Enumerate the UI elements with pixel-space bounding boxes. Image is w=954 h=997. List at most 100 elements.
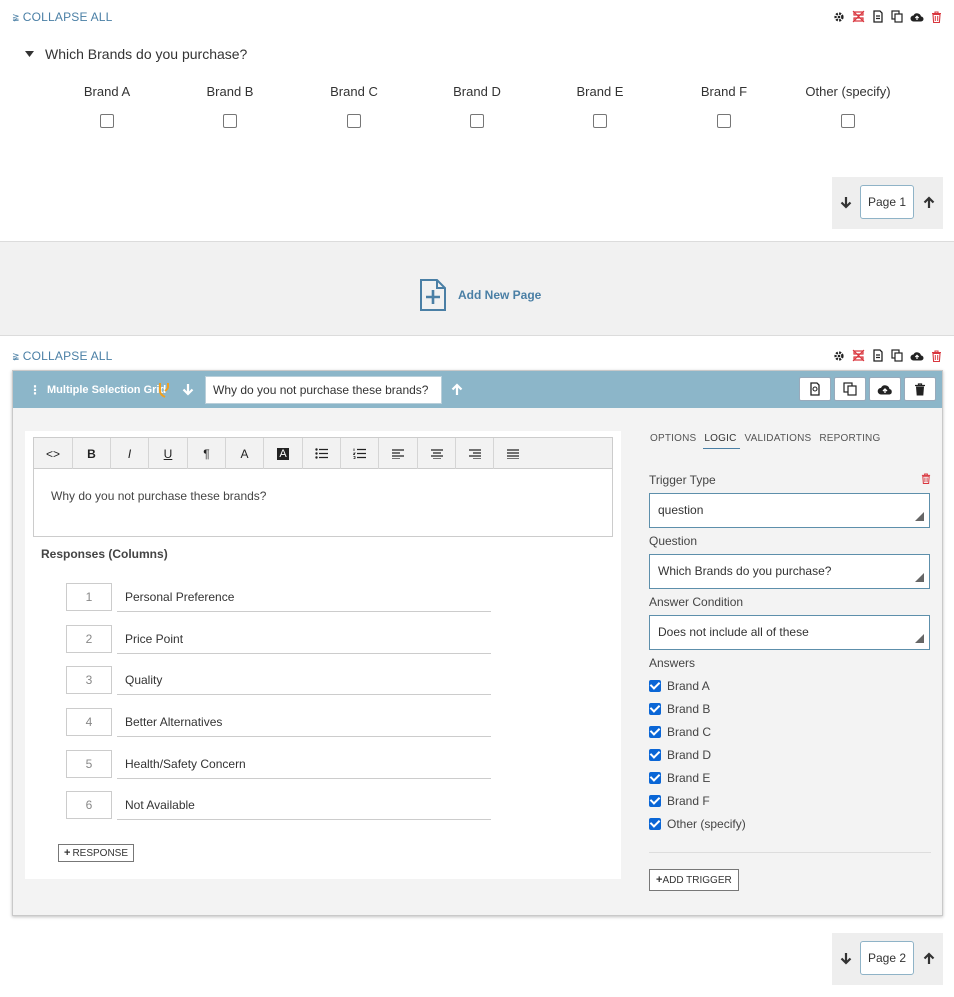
font-color-button[interactable]: A: [226, 438, 264, 469]
cloud-upload-icon[interactable]: [910, 11, 924, 23]
page-navigator-1: Page 1: [832, 177, 943, 229]
response-number[interactable]: 1: [66, 583, 112, 611]
answer-condition-label: Answer Condition: [649, 595, 744, 609]
checked-checkbox[interactable]: [649, 748, 661, 761]
caret-down-icon[interactable]: [24, 50, 35, 58]
cloud-upload-icon[interactable]: [910, 350, 924, 362]
move-down-button[interactable]: [838, 193, 854, 211]
add-response-button[interactable]: + RESPONSE: [58, 844, 135, 862]
response-label-input[interactable]: Price Point: [117, 625, 491, 654]
response-number[interactable]: 6: [66, 791, 112, 819]
move-up-button[interactable]: [921, 949, 937, 967]
question-type[interactable]: ⋮ Multiple Selection Grid: [29, 383, 166, 397]
response-number[interactable]: 4: [66, 708, 112, 736]
answer-condition-select[interactable]: Does not include all of these: [649, 615, 930, 650]
arrow-down-icon[interactable]: [182, 383, 194, 396]
response-number[interactable]: 3: [66, 666, 112, 694]
upload-button[interactable]: [869, 377, 901, 401]
rich-text-content[interactable]: Why do you not purchase these brands?: [34, 469, 612, 523]
tab-reporting[interactable]: REPORTING: [818, 433, 883, 449]
add-new-page-button[interactable]: Add New Page: [418, 278, 541, 312]
checked-checkbox[interactable]: [649, 771, 661, 784]
brand-checkbox[interactable]: [717, 114, 731, 128]
responses-title: Responses (Columns): [41, 547, 168, 561]
answer-option[interactable]: Brand E: [649, 766, 931, 789]
duplicate-button[interactable]: [834, 377, 866, 401]
copy-icon[interactable]: [891, 349, 903, 362]
trash-icon[interactable]: [931, 10, 942, 23]
move-up-button[interactable]: [921, 193, 937, 211]
response-label-input[interactable]: Personal Preference: [117, 583, 491, 612]
checked-checkbox[interactable]: [649, 817, 661, 830]
checked-checkbox[interactable]: [649, 702, 661, 715]
underline-button[interactable]: U: [149, 438, 188, 469]
answer-option[interactable]: Brand A: [649, 674, 931, 697]
trigger-type-select[interactable]: question: [649, 493, 930, 528]
rich-text-editor: <> B I U ¶ A A Why do you not purchase t…: [33, 437, 613, 537]
brand-checkbox[interactable]: [593, 114, 607, 128]
add-trigger-label: ADD TRIGGER: [662, 874, 732, 886]
brand-checkbox[interactable]: [470, 114, 484, 128]
tab-logic[interactable]: LOGIC: [703, 433, 740, 449]
brand-column: Other (specify): [798, 84, 898, 128]
align-center-button[interactable]: [418, 438, 456, 469]
answer-option[interactable]: Brand C: [649, 720, 931, 743]
bullet-list-button[interactable]: [303, 438, 341, 469]
tab-options[interactable]: OPTIONS: [649, 433, 699, 449]
response-number[interactable]: 2: [66, 625, 112, 653]
no-logic-icon[interactable]: [852, 10, 865, 23]
align-right-button[interactable]: [456, 438, 494, 469]
answer-option[interactable]: Brand D: [649, 743, 931, 766]
response-label-input[interactable]: Health/Safety Concern: [117, 750, 491, 779]
collapse-all-button-1[interactable]: ≩ COLLAPSE ALL: [12, 10, 113, 24]
checked-checkbox[interactable]: [649, 794, 661, 807]
justify-icon: [507, 448, 519, 459]
trash-icon[interactable]: [921, 473, 931, 484]
no-logic-icon[interactable]: [852, 349, 865, 362]
copy-icon[interactable]: [891, 10, 903, 23]
arrow-up-icon[interactable]: [451, 383, 463, 396]
response-label-input[interactable]: Quality: [117, 666, 491, 695]
logic-branch-icon[interactable]: [158, 382, 170, 398]
italic-button[interactable]: I: [111, 438, 149, 469]
paragraph-button[interactable]: ¶: [188, 438, 226, 469]
checked-checkbox[interactable]: [649, 679, 661, 692]
brand-checkbox[interactable]: [100, 114, 114, 128]
numbered-list-button[interactable]: [341, 438, 379, 469]
response-label-input[interactable]: Better Alternatives: [117, 708, 491, 737]
justify-button[interactable]: [494, 438, 532, 469]
export-doc-icon[interactable]: [872, 349, 884, 362]
gear-icon[interactable]: [833, 11, 845, 23]
gear-icon[interactable]: [833, 350, 845, 362]
checked-checkbox[interactable]: [649, 725, 661, 738]
page-label[interactable]: Page 2: [860, 941, 914, 975]
align-left-button[interactable]: [379, 438, 418, 469]
background-color-button[interactable]: A: [264, 438, 303, 469]
refresh-button[interactable]: [799, 377, 831, 401]
trigger-type-row: Trigger Type: [649, 472, 931, 488]
delete-button[interactable]: [904, 377, 936, 401]
trash-icon[interactable]: [931, 349, 942, 362]
response-label-input[interactable]: Not Available: [117, 791, 491, 820]
brand-checkbox[interactable]: [347, 114, 361, 128]
tab-validations[interactable]: VALIDATIONS: [744, 433, 815, 449]
brand-checkbox[interactable]: [841, 114, 855, 128]
question-select[interactable]: Which Brands do you purchase?: [649, 554, 930, 589]
refresh-doc-icon: [810, 382, 820, 396]
drag-handle-icon[interactable]: ⋮: [29, 383, 41, 397]
arrow-up-icon: [923, 951, 935, 964]
response-number[interactable]: 5: [66, 750, 112, 778]
move-down-button[interactable]: [838, 949, 854, 967]
question-text-input[interactable]: Why do you not purchase these brands?: [205, 376, 442, 404]
bold-button[interactable]: B: [73, 438, 111, 469]
page-label[interactable]: Page 1: [860, 185, 914, 219]
collapse-all-button-2[interactable]: ≩ COLLAPSE ALL: [12, 349, 113, 363]
source-code-button[interactable]: <>: [34, 438, 73, 469]
export-doc-icon[interactable]: [872, 10, 884, 23]
answer-option[interactable]: Brand B: [649, 697, 931, 720]
add-trigger-button[interactable]: + ADD TRIGGER: [649, 869, 739, 891]
answer-option[interactable]: Other (specify): [649, 812, 931, 835]
answer-option[interactable]: Brand F: [649, 789, 931, 812]
trash-icon: [915, 382, 925, 395]
brand-checkbox[interactable]: [223, 114, 237, 128]
